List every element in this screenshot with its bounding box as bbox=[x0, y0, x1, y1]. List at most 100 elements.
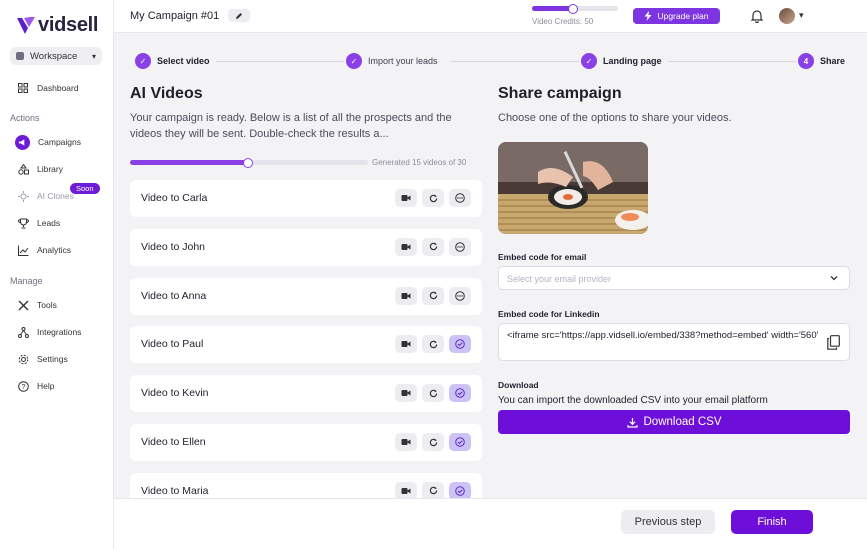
linkedin-embed-code[interactable]: <iframe src='https://app.vidsell.io/embe… bbox=[498, 323, 850, 361]
workspace-selector[interactable]: Workspace ▾ bbox=[10, 47, 102, 65]
sidebar-item-label: Analytics bbox=[37, 245, 72, 255]
workspace-label: Workspace bbox=[30, 50, 78, 62]
check-circle-icon bbox=[455, 437, 465, 447]
video-row[interactable]: Video to Maria bbox=[130, 472, 482, 498]
regenerate-button[interactable] bbox=[422, 189, 444, 207]
trophy-icon bbox=[17, 217, 29, 229]
pending-button[interactable] bbox=[449, 189, 471, 207]
camera-icon bbox=[401, 340, 411, 348]
regenerate-button[interactable] bbox=[422, 286, 444, 305]
lightning-icon bbox=[644, 11, 652, 21]
chevron-down-icon[interactable]: ▾ bbox=[799, 10, 804, 21]
download-description: You can import the downloaded CSV into y… bbox=[498, 395, 768, 406]
video-row[interactable]: Video to Carla bbox=[130, 180, 482, 217]
record-video-button[interactable] bbox=[395, 481, 417, 498]
soon-badge: Soon bbox=[70, 183, 100, 194]
sidebar-item-integrations[interactable]: Integrations bbox=[17, 324, 81, 340]
credits-progress bbox=[532, 4, 618, 14]
regenerate-button[interactable] bbox=[422, 433, 444, 451]
sidebar-item-help[interactable]: ? Help bbox=[17, 378, 54, 394]
pending-button[interactable] bbox=[449, 286, 471, 305]
megaphone-icon bbox=[15, 134, 30, 150]
approve-button[interactable] bbox=[449, 481, 471, 498]
video-row[interactable]: Video to Anna bbox=[130, 277, 482, 315]
download-csv-button[interactable]: Download CSV bbox=[498, 410, 850, 434]
sidebar-item-label: Integrations bbox=[37, 327, 82, 337]
copy-icon[interactable] bbox=[827, 335, 840, 350]
sidebar-item-campaigns[interactable]: Campaigns bbox=[15, 134, 81, 150]
gear-icon bbox=[17, 353, 29, 365]
logo[interactable]: vidsell bbox=[16, 14, 98, 37]
regenerate-button[interactable] bbox=[422, 384, 444, 403]
step-import-leads[interactable]: ✓ Import your leads bbox=[346, 53, 438, 69]
bell-icon[interactable] bbox=[750, 9, 764, 23]
check-icon: ✓ bbox=[581, 53, 597, 69]
sidebar-item-library[interactable]: Library bbox=[17, 161, 63, 177]
tools-icon bbox=[17, 299, 29, 311]
approve-button[interactable] bbox=[449, 433, 471, 451]
step-select-video[interactable]: ✓ Select video bbox=[135, 53, 210, 69]
record-video-button[interactable] bbox=[395, 286, 417, 305]
sidebar-item-tools[interactable]: Tools bbox=[17, 297, 57, 313]
camera-icon bbox=[401, 438, 411, 446]
section-actions: Actions bbox=[10, 113, 40, 123]
edit-title-button[interactable] bbox=[228, 9, 250, 22]
workspace-icon bbox=[16, 52, 24, 60]
email-provider-select[interactable]: Select your email provider bbox=[498, 266, 850, 290]
step-label: Landing page bbox=[603, 56, 662, 66]
video-thumbnail[interactable] bbox=[498, 142, 648, 234]
share-subtitle: Choose one of the options to share your … bbox=[498, 112, 732, 124]
step-share[interactable]: 4 Share bbox=[798, 53, 845, 69]
record-video-button[interactable] bbox=[395, 384, 417, 403]
sidebar-item-leads[interactable]: Leads bbox=[17, 215, 60, 231]
sidebar-item-ai-clones: AI Clones bbox=[17, 188, 74, 204]
sidebar-item-analytics[interactable]: Analytics bbox=[17, 242, 71, 258]
sidebar-item-settings[interactable]: Settings bbox=[17, 351, 68, 367]
shapes-icon bbox=[17, 163, 29, 175]
upgrade-plan-label: Upgrade plan bbox=[657, 11, 709, 21]
sidebar-item-dashboard[interactable]: Dashboard bbox=[17, 80, 79, 96]
check-circle-icon bbox=[455, 339, 465, 350]
video-row[interactable]: Video to Paul bbox=[130, 326, 482, 364]
section-manage: Manage bbox=[10, 276, 43, 286]
sidebar-item-label: Dashboard bbox=[37, 83, 79, 93]
regenerate-button[interactable] bbox=[422, 237, 444, 256]
download-csv-label: Download CSV bbox=[643, 416, 722, 428]
record-video-button[interactable] bbox=[395, 335, 417, 354]
pending-button[interactable] bbox=[449, 237, 471, 256]
video-thumbnail-image bbox=[498, 142, 648, 234]
step-landing-page[interactable]: ✓ Landing page bbox=[581, 53, 662, 69]
sidebar-item-label: Library bbox=[37, 164, 63, 174]
record-video-button[interactable] bbox=[395, 237, 417, 256]
credits-progress-fill bbox=[532, 4, 578, 14]
video-name: Video to Ellen bbox=[141, 436, 206, 448]
avatar[interactable] bbox=[779, 8, 795, 24]
video-name: Video to Kevin bbox=[141, 387, 209, 400]
refresh-icon bbox=[429, 242, 438, 251]
regenerate-button[interactable] bbox=[422, 481, 444, 498]
generation-progress bbox=[130, 158, 368, 168]
refresh-icon bbox=[429, 389, 438, 398]
vidsell-logo-icon bbox=[17, 16, 35, 34]
video-row[interactable]: Video to John bbox=[130, 228, 482, 266]
step-connector bbox=[451, 61, 579, 62]
video-row[interactable]: Video to Ellen bbox=[130, 424, 482, 461]
email-embed-label: Embed code for email bbox=[498, 252, 587, 262]
camera-icon bbox=[401, 194, 411, 202]
step-label: Share bbox=[820, 56, 846, 66]
svg-text:?: ? bbox=[21, 384, 25, 391]
record-video-button[interactable] bbox=[395, 433, 417, 451]
step-label: Select video bbox=[157, 56, 210, 66]
credits-label: Video Credits: 50 bbox=[532, 17, 594, 26]
previous-step-button[interactable]: Previous step bbox=[621, 510, 715, 534]
record-video-button[interactable] bbox=[395, 189, 417, 207]
regenerate-button[interactable] bbox=[422, 335, 444, 354]
approve-button[interactable] bbox=[449, 335, 471, 354]
video-row[interactable]: Video to Kevin bbox=[130, 375, 482, 413]
step-connector bbox=[216, 61, 344, 62]
sidebar-item-label: Help bbox=[37, 381, 55, 391]
approve-button[interactable] bbox=[449, 384, 471, 403]
upgrade-plan-button[interactable]: Upgrade plan bbox=[633, 8, 720, 24]
generation-label: Generated 15 videos of 30 bbox=[372, 158, 467, 167]
finish-button[interactable]: Finish bbox=[731, 510, 813, 534]
